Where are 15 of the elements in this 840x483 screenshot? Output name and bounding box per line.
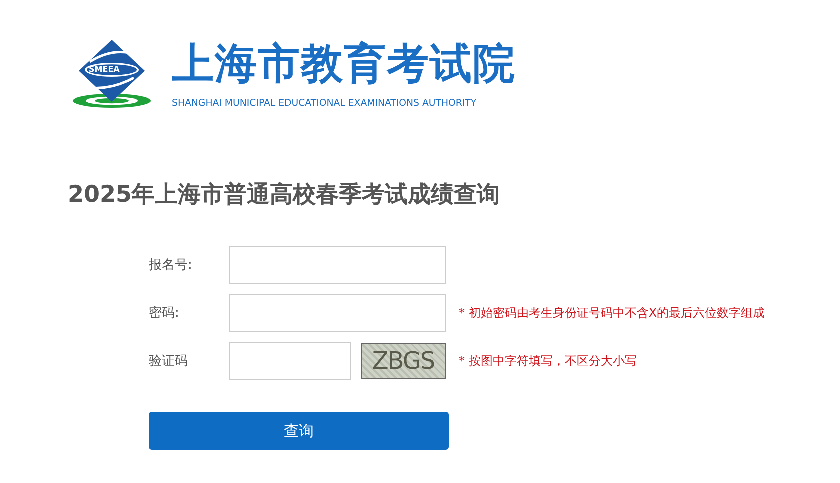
query-button[interactable]: 查询 [149,412,449,450]
hint-text: * 按图中字符填写，不区分大小写 [459,352,637,370]
input-field[interactable] [229,246,446,284]
captcha-image[interactable]: ZBGS [361,343,446,379]
captcha-field[interactable] [229,342,351,380]
field-label: 验证码 [149,353,189,370]
field-label: 密码: [149,305,180,322]
password-field[interactable] [229,294,446,332]
field-label: 报名号: [149,257,194,274]
page-heading: 2025年上海市普通高校春季考试成绩查询 [68,180,502,210]
captcha-text: ZBGS [372,347,435,375]
site-subtitle: SHANGHAI MUNICIPAL EDUCATIONAL EXAMINATIONS AUTHORITY [172,98,478,109]
hint-text: * 初始密码由考生身份证号码中不含X的最后六位数字组成 [459,304,766,322]
site-title: 上海市教育考试院 [172,38,516,90]
logo-text: SMEEA [89,65,120,74]
